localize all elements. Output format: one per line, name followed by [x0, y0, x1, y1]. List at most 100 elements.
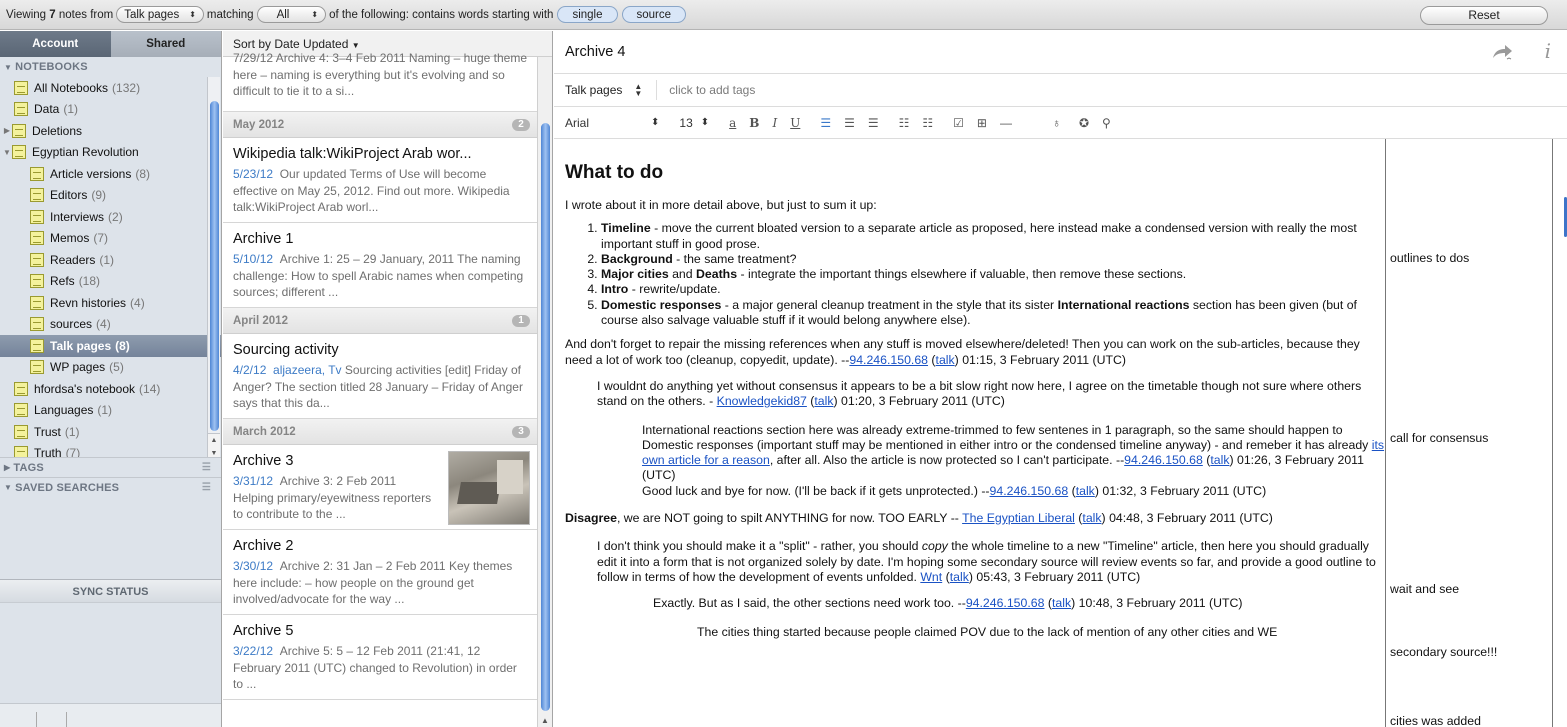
paperclip-icon[interactable]: ⚲	[1102, 116, 1111, 130]
info-icon[interactable]: i	[1545, 40, 1551, 62]
paragraph-text: I don't think you should make it a "spli…	[597, 539, 922, 554]
user-link[interactable]: The Egyptian Liberal	[962, 511, 1075, 525]
notebook-item[interactable]: Article versions (8)	[0, 163, 221, 185]
numbered-list-icon[interactable]: ☷	[922, 116, 933, 130]
notebook-stack[interactable]: ▼ Egyptian Revolution	[0, 142, 221, 164]
text-color-icon[interactable]: a	[729, 116, 736, 130]
horizontal-rule-icon[interactable]: —	[1000, 116, 1012, 130]
user-link[interactable]: 94.246.150.68	[849, 353, 928, 367]
note-snippet: 4/2/12 aljazeera, Tv Sourcing activities…	[233, 362, 530, 412]
tab-shared[interactable]: Shared	[111, 31, 222, 57]
notebook-item[interactable]: Refs (18)	[0, 271, 221, 293]
notebook-name: Truth	[34, 446, 62, 457]
note-thumbnail-image	[448, 451, 530, 525]
notebook-item[interactable]: Interviews (2)	[0, 206, 221, 228]
menu-lines-icon[interactable]: ☰	[202, 482, 211, 493]
viewing-prefix: Viewing	[6, 8, 47, 21]
match-mode-popup[interactable]: All ⬍	[256, 6, 327, 23]
popup-arrows-icon[interactable]: ▲ ▼	[634, 83, 642, 98]
notebook-item[interactable]: Readers (1)	[0, 249, 221, 271]
notebook-item[interactable]: Data (1)	[0, 99, 221, 121]
user-link[interactable]: Wnt	[920, 570, 942, 584]
notebook-item[interactable]: Editors (9)	[0, 185, 221, 207]
list-item[interactable]: 7/29/12 Archive 4: 3–4 Feb 2011 Naming –…	[223, 50, 538, 112]
talk-link[interactable]: talk	[814, 394, 833, 408]
disclosure-closed-icon[interactable]: ▶	[2, 126, 12, 135]
popup-arrows-icon[interactable]: ⬍	[651, 117, 659, 128]
notebook-item[interactable]: Trust (1)	[0, 421, 221, 443]
checkbox-icon[interactable]: ☑	[953, 116, 964, 130]
note-title-text: Archive 4	[565, 44, 626, 60]
share-icon[interactable]	[1491, 43, 1513, 61]
bold-icon[interactable]: B	[749, 116, 759, 130]
user-link[interactable]: Knowledgekid87	[717, 394, 807, 408]
reset-button[interactable]: Reset	[1420, 6, 1548, 25]
notebook-name: Readers	[50, 252, 96, 267]
talk-link[interactable]: talk	[1082, 511, 1101, 525]
underline-icon[interactable]: U	[790, 116, 800, 130]
notebook-item[interactable]: All Notebooks (132)	[0, 77, 221, 99]
user-link[interactable]: 94.246.150.68	[1124, 453, 1203, 467]
note-title-field[interactable]: Archive 4 i	[554, 31, 1567, 74]
tags-header[interactable]: ▶ TAGS ☰	[0, 457, 221, 477]
italic-icon[interactable]: I	[772, 116, 777, 130]
notebook-selector[interactable]: Talk pages	[565, 83, 622, 97]
timestamp: 01:32, 3 February 2011 (UTC)	[1098, 483, 1267, 498]
saved-searches-header[interactable]: ▼ SAVED SEARCHES ☰	[0, 477, 221, 497]
notebook-name: Trust	[34, 424, 61, 439]
talk-link[interactable]: talk	[950, 570, 969, 584]
scroll-thumb[interactable]	[210, 101, 219, 431]
notebook-stack[interactable]: ▶ Deletions	[0, 120, 221, 142]
disclosure-open-icon[interactable]: ▼	[2, 148, 12, 157]
bullet-list-icon[interactable]: ☷	[899, 116, 910, 130]
talk-link[interactable]: talk	[1052, 596, 1071, 610]
user-link[interactable]: 94.246.150.68	[966, 596, 1045, 610]
menu-lines-icon[interactable]: ☰	[202, 462, 211, 473]
align-left-icon[interactable]: ☰	[820, 116, 831, 130]
align-center-icon[interactable]: ☰	[844, 116, 855, 130]
scroll-up-icon[interactable]: ▲	[541, 716, 549, 725]
note-snippet: 3/30/12 Archive 2: 31 Jan – 2 Feb 2011 K…	[233, 558, 530, 608]
note-body[interactable]: What to do I wrote about it in more deta…	[565, 147, 1389, 648]
notebook-item[interactable]: Memos (7)	[0, 228, 221, 250]
list-item[interactable]: Archive 3 3/31/12 Archive 3: 2 Feb 2011 …	[223, 445, 538, 530]
tab-account[interactable]: Account	[0, 31, 111, 57]
talk-link[interactable]: talk	[1076, 484, 1095, 498]
list-item[interactable]: Archive 5 3/22/12 Archive 5: 5 – 12 Feb …	[223, 615, 538, 700]
table-icon[interactable]: ⊞	[977, 116, 987, 130]
tags-input[interactable]: click to add tags	[669, 83, 755, 97]
talk-link[interactable]: talk	[936, 353, 955, 367]
note-list-scrollbar[interactable]: ▲	[537, 57, 552, 727]
search-term-token[interactable]: single	[557, 6, 618, 23]
align-right-icon[interactable]: ☰	[868, 116, 879, 130]
notebooks-header[interactable]: ▼ NOTEBOOKS	[0, 57, 221, 77]
notebook-item[interactable]: sources (4)	[0, 314, 221, 336]
list-item[interactable]: Archive 2 3/30/12 Archive 2: 31 Jan – 2 …	[223, 530, 538, 615]
notebook-item[interactable]: hfordsa's notebook (14)	[0, 378, 221, 400]
font-family-select[interactable]: Arial	[565, 116, 651, 130]
popup-arrows-icon[interactable]: ⬍	[701, 117, 709, 128]
notebook-icon	[14, 80, 28, 95]
search-term-token[interactable]: source	[621, 6, 687, 23]
notebook-icon	[30, 317, 44, 332]
notebook-item-selected[interactable]: Talk pages (8)	[0, 335, 221, 357]
talk-link[interactable]: talk	[1210, 453, 1229, 467]
list-item[interactable]: Archive 1 5/10/12 Archive 1: 25 – 29 Jan…	[223, 223, 538, 308]
scroll-thumb[interactable]	[541, 123, 550, 711]
notebook-scrollbar[interactable]: ▲ ▼	[207, 77, 220, 457]
user-link[interactable]: 94.246.150.68	[990, 484, 1069, 498]
refresh-icon[interactable]: ✪	[1079, 116, 1089, 130]
notebook-item[interactable]: Truth (7)	[0, 443, 221, 457]
font-size-select[interactable]: 13	[679, 116, 692, 130]
notebook-item[interactable]: Languages (1)	[0, 400, 221, 422]
note-editor: Archive 4 i Talk pages ▲ ▼ click to add t…	[554, 31, 1567, 727]
list-item[interactable]: Sourcing activity 4/2/12 aljazeera, Tv S…	[223, 334, 538, 419]
microphone-icon[interactable]: ♁	[1052, 116, 1061, 130]
notebook-item[interactable]: Revn histories (4)	[0, 292, 221, 314]
notebook-item[interactable]: WP pages (5)	[0, 357, 221, 379]
list-item[interactable]: Wikipedia talk:WikiProject Arab wor... 5…	[223, 138, 538, 223]
scroll-arrows-icon[interactable]: ▲ ▼	[208, 433, 220, 457]
notebook-name: Interviews	[50, 209, 105, 224]
criteria-label: of the following: contains words startin…	[329, 8, 554, 21]
scope-popup[interactable]: Talk pages ⬍	[116, 6, 204, 23]
